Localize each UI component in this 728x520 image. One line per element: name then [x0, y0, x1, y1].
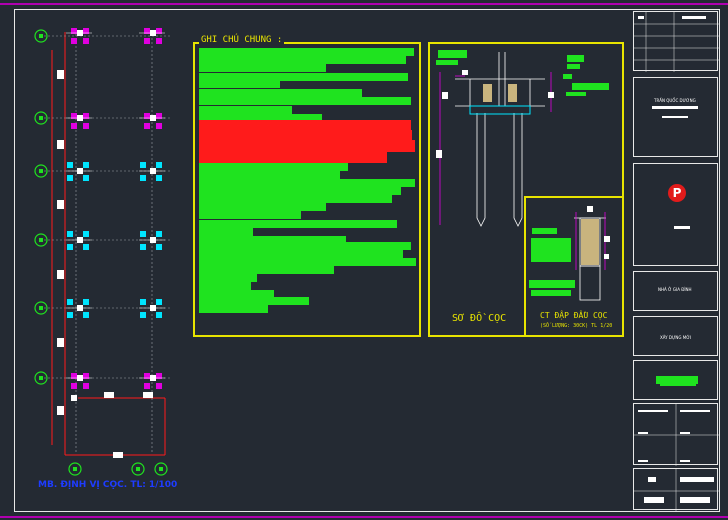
title-block-item: XÂY DỰNG MỚI — [633, 316, 718, 356]
title-block-sheet-info — [633, 468, 719, 511]
title-block-owner: TRẦN QUỐC DƯƠNG — [633, 77, 718, 157]
owner-name: TRẦN QUỐC DƯƠNG — [654, 98, 696, 103]
pile-section-drawing — [436, 50, 610, 301]
project-name: NHÀ Ở GIA ĐÌNH — [658, 287, 692, 292]
company-logo: P — [668, 184, 686, 202]
title-block-header — [633, 11, 719, 72]
pile-cap-subtitle: (SỐ LƯỢNG: 30CK) TL 1/20 — [540, 323, 613, 329]
title-block-signatures — [633, 403, 719, 466]
title-block-drawing-name — [633, 360, 718, 400]
item-name: XÂY DỰNG MỚI — [660, 335, 692, 340]
pile-cap-title: CT ĐẬP ĐẦU CỌC — [540, 311, 608, 320]
title-block-project: NHÀ Ở GIA ĐÌNH — [633, 271, 718, 311]
pile-diagram-title: SƠ ĐỒ CỌC — [452, 313, 507, 324]
title-block-logo: P — [633, 163, 718, 266]
